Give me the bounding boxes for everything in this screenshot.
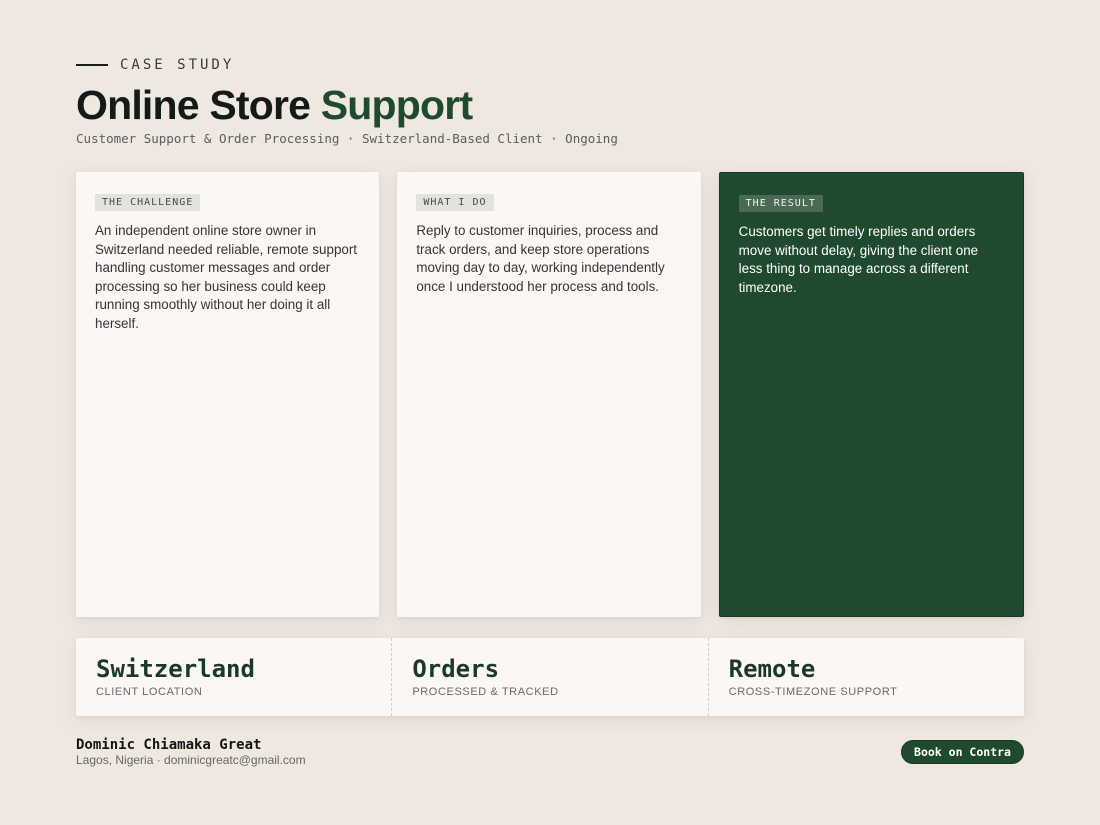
eyebrow-label: CASE STUDY xyxy=(120,57,235,73)
stat-remote: Remote CROSS-TIMEZONE SUPPORT xyxy=(707,638,1024,716)
result-card: THE RESULT Customers get timely replies … xyxy=(718,172,1024,617)
stat-value: Switzerland xyxy=(96,655,255,683)
result-tag: THE RESULT xyxy=(738,195,823,212)
stat-value: Orders xyxy=(412,655,500,683)
stats-bar: Switzerland CLIENT LOCATION Orders PROCE… xyxy=(76,638,1024,716)
author-name: Dominic Chiamaka Great xyxy=(76,737,262,753)
page-title-accent: Support xyxy=(320,82,473,128)
challenge-text: An independent online store owner in Swi… xyxy=(95,223,358,331)
stat-orders: Orders PROCESSED & TRACKED xyxy=(391,638,707,716)
stat-label: CROSS-TIMEZONE SUPPORT xyxy=(728,686,898,698)
book-on-contra-button[interactable]: Book on Contra xyxy=(901,740,1024,764)
case-study-eyebrow: CASE STUDY xyxy=(76,57,234,73)
what-i-do-card: WHAT I DO Reply to customer inquiries, p… xyxy=(397,172,701,617)
page-title-main: Online Store xyxy=(76,82,311,128)
stat-value: Remote xyxy=(728,655,816,683)
what-i-do-text: Reply to customer inquiries, process and… xyxy=(416,223,665,294)
result-text: Customers get timely replies and orders … xyxy=(738,224,979,295)
author-contact: Lagos, Nigeria · dominicgreatc@gmail.com xyxy=(76,753,306,767)
case-study-cards: THE CHALLENGE An independent online stor… xyxy=(76,172,1024,617)
eyebrow-divider xyxy=(76,64,108,66)
page-subtitle: Customer Support & Order Processing · Sw… xyxy=(76,131,618,146)
page-title: Online Store Support xyxy=(76,82,473,129)
what-i-do-tag: WHAT I DO xyxy=(416,194,494,211)
stat-label: CLIENT LOCATION xyxy=(96,686,203,698)
challenge-tag: THE CHALLENGE xyxy=(95,194,201,211)
stat-label: PROCESSED & TRACKED xyxy=(412,686,559,698)
stat-client-location: Switzerland CLIENT LOCATION xyxy=(76,638,391,716)
challenge-card: THE CHALLENGE An independent online stor… xyxy=(76,172,380,617)
